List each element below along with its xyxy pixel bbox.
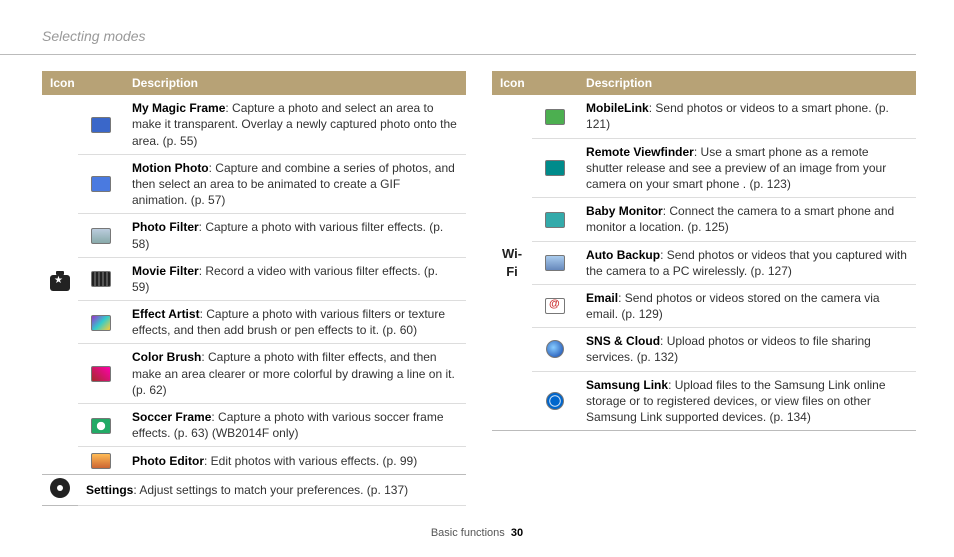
feature-icon	[545, 255, 565, 271]
row-icon-cell	[532, 138, 578, 198]
table-row: Photo Filter: Capture a photo with vario…	[42, 214, 466, 257]
page-footer: Basic functions 30	[0, 527, 954, 539]
row-description: MobileLink: Send photos or videos to a s…	[578, 95, 916, 138]
page-title: Selecting modes	[0, 0, 916, 55]
row-description: SNS & Cloud: Upload photos or videos to …	[578, 328, 916, 371]
row-description: Color Brush: Capture a photo with filter…	[124, 344, 466, 404]
table-row: Photo Editor: Edit photos with various e…	[42, 447, 466, 475]
feature-icon	[545, 298, 565, 314]
row-icon-cell	[78, 95, 124, 154]
footer-page-number: 30	[511, 527, 523, 539]
feature-icon	[545, 109, 565, 125]
left-column: Icon Description My Magic Frame: Capture…	[42, 71, 466, 506]
row-icon-cell	[532, 328, 578, 371]
row-icon-cell	[78, 214, 124, 257]
table-row: Samsung Link: Upload files to the Samsun…	[492, 371, 916, 431]
row-description: Samsung Link: Upload files to the Samsun…	[578, 371, 916, 431]
row-description: Photo Filter: Capture a photo with vario…	[124, 214, 466, 257]
table-row: SNS & Cloud: Upload photos or videos to …	[492, 328, 916, 371]
feature-icon	[546, 392, 564, 410]
table-row: Effect Artist: Capture a photo with vari…	[42, 301, 466, 344]
feature-icon	[545, 212, 565, 228]
group-icon-cell: Wi-Fi	[492, 95, 532, 431]
feature-icon	[91, 453, 111, 469]
row-icon-cell	[78, 257, 124, 300]
row-description: My Magic Frame: Capture a photo and sele…	[124, 95, 466, 154]
table-row: Wi-FiMobileLink: Send photos or videos t…	[492, 95, 916, 138]
row-description: Soccer Frame: Capture a photo with vario…	[124, 404, 466, 447]
row-description: Email: Send photos or videos stored on t…	[578, 284, 916, 327]
table-row: Color Brush: Capture a photo with filter…	[42, 344, 466, 404]
feature-icon	[91, 418, 111, 434]
row-description: Baby Monitor: Connect the camera to a sm…	[578, 198, 916, 241]
row-description: Motion Photo: Capture and combine a seri…	[124, 154, 466, 214]
footer-section: Basic functions	[431, 527, 505, 539]
table-row: My Magic Frame: Capture a photo and sele…	[42, 95, 466, 154]
row-description: Auto Backup: Send photos or videos that …	[578, 241, 916, 284]
table-row: Movie Filter: Record a video with variou…	[42, 257, 466, 300]
feature-icon	[91, 228, 111, 244]
table-row: Soccer Frame: Capture a photo with vario…	[42, 404, 466, 447]
row-description: Settings: Adjust settings to match your …	[78, 475, 466, 506]
row-icon-cell	[532, 284, 578, 327]
table-row: Remote Viewfinder: Use a smart phone as …	[492, 138, 916, 198]
table-row: Baby Monitor: Connect the camera to a sm…	[492, 198, 916, 241]
row-description: Photo Editor: Edit photos with various e…	[124, 447, 466, 475]
table-row: Motion Photo: Capture and combine a seri…	[42, 154, 466, 214]
table-row: Email: Send photos or videos stored on t…	[492, 284, 916, 327]
row-icon-cell	[532, 371, 578, 431]
feature-icon	[91, 271, 111, 287]
table-row-settings: Settings: Adjust settings to match your …	[42, 475, 466, 506]
feature-icon	[546, 340, 564, 358]
th-icon: Icon	[42, 71, 124, 95]
row-icon-cell	[532, 198, 578, 241]
row-icon-cell	[78, 154, 124, 214]
feature-icon	[91, 366, 111, 382]
right-table: Icon Description Wi-FiMobileLink: Send p…	[492, 71, 916, 431]
gear-icon	[52, 480, 68, 496]
row-icon-cell	[532, 95, 578, 138]
feature-icon	[91, 176, 111, 192]
feature-icon	[91, 117, 111, 133]
row-description: Movie Filter: Record a video with variou…	[124, 257, 466, 300]
row-icon-cell	[78, 447, 124, 475]
feature-icon	[545, 160, 565, 176]
right-column: Icon Description Wi-FiMobileLink: Send p…	[492, 71, 916, 506]
row-icon-cell	[78, 344, 124, 404]
th-desc: Description	[124, 71, 466, 95]
row-description: Effect Artist: Capture a photo with vari…	[124, 301, 466, 344]
th-desc-r: Description	[578, 71, 916, 95]
camera-star-icon	[50, 275, 70, 291]
row-description: Remote Viewfinder: Use a smart phone as …	[578, 138, 916, 198]
feature-icon	[91, 315, 111, 331]
wifi-label-icon: Wi-Fi	[502, 246, 522, 279]
table-row: Auto Backup: Send photos or videos that …	[492, 241, 916, 284]
row-icon-cell	[78, 404, 124, 447]
row-icon-cell	[532, 241, 578, 284]
group-icon-cell	[42, 475, 78, 506]
th-icon-r: Icon	[492, 71, 578, 95]
group-icon-cell	[42, 95, 78, 475]
row-icon-cell	[78, 301, 124, 344]
content-columns: Icon Description My Magic Frame: Capture…	[0, 71, 954, 506]
left-table: Icon Description My Magic Frame: Capture…	[42, 71, 466, 506]
